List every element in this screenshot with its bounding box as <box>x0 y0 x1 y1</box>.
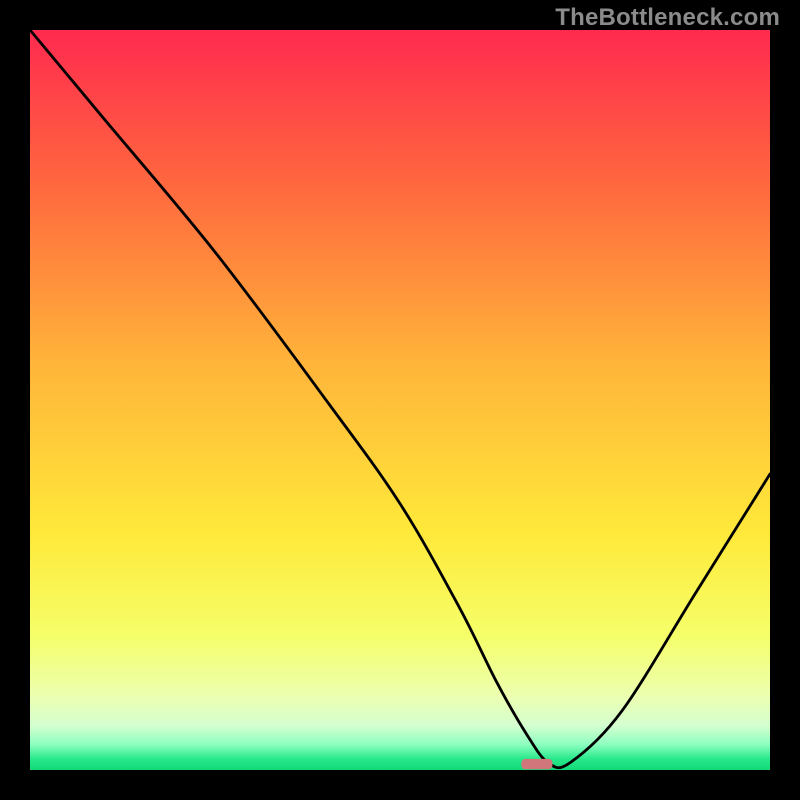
plot-background <box>30 30 770 770</box>
optimal-marker <box>521 759 552 769</box>
bottleneck-chart <box>30 30 770 770</box>
chart-frame: TheBottleneck.com <box>0 0 800 800</box>
watermark-text: TheBottleneck.com <box>555 4 780 32</box>
